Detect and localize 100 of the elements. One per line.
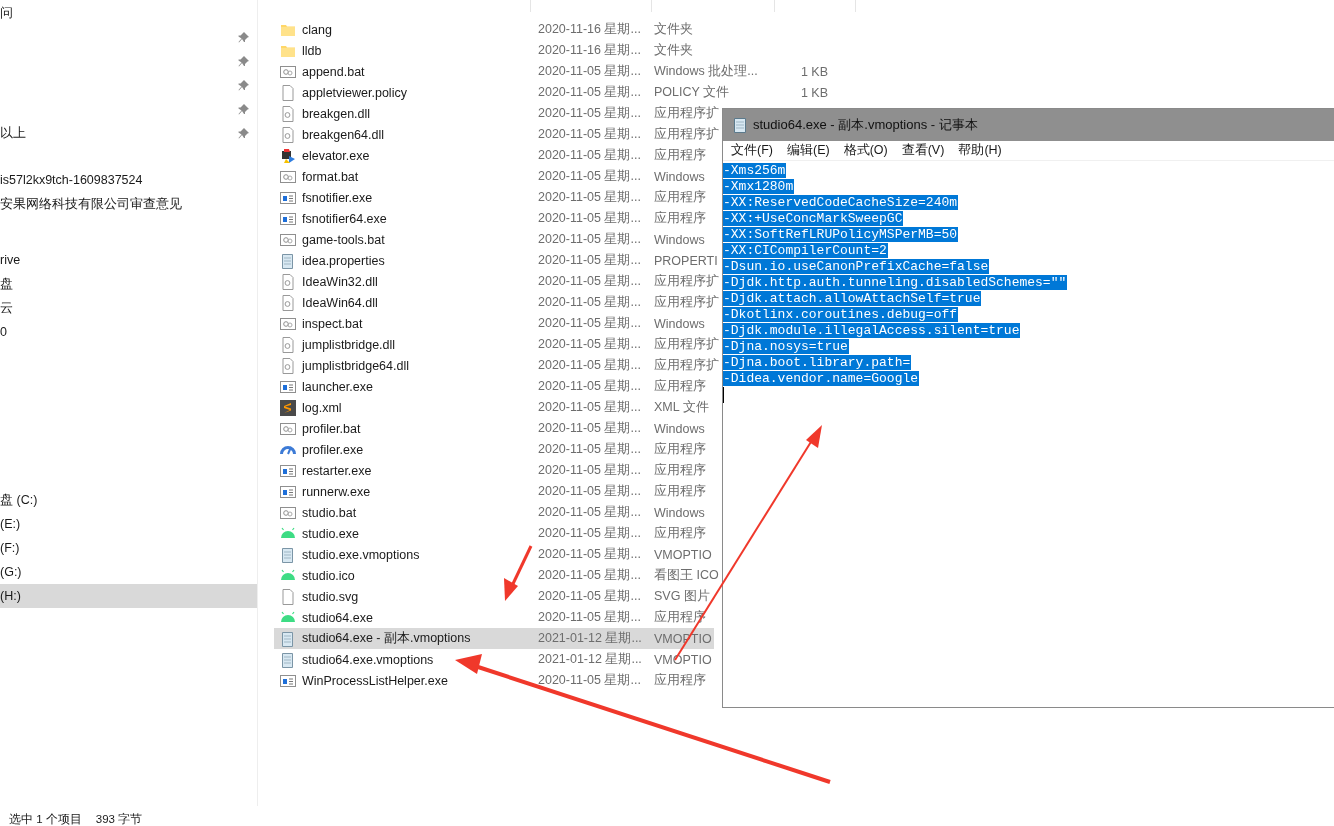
date-cell-text: 2020-11-05 星期...: [538, 525, 642, 542]
file-row[interactable]: launcher.exe 2020-11-05 星期... 应用程序: [274, 376, 714, 397]
s-logo-icon: [280, 399, 296, 416]
date-cell-text: 2020-11-05 星期...: [538, 105, 642, 122]
gear-file-icon: [280, 357, 296, 374]
menu-item[interactable]: 帮助(H): [958, 142, 1002, 159]
menu-item[interactable]: 查看(V): [901, 142, 945, 159]
file-row[interactable]: studio.exe.vmoptions 2020-11-05 星期... VMOPTIO: [274, 544, 714, 565]
file-row[interactable]: clang 2020-11-16 星期... 文件夹: [274, 19, 714, 40]
file-row[interactable]: log.xml 2020-11-05 星期... XML 文件: [274, 397, 714, 418]
date-cell-text: 2020-11-05 星期...: [538, 567, 642, 584]
nav-item[interactable]: 0: [0, 325, 7, 339]
file-row[interactable]: studio.svg 2020-11-05 星期... SVG 图片: [274, 586, 714, 607]
type-cell-text: 应用程序扩: [654, 336, 720, 353]
type-cell-text: 应用程序: [654, 210, 707, 227]
date-cell-text: 2021-01-12 星期...: [538, 630, 643, 647]
gear-file-icon: [280, 420, 296, 437]
file-row[interactable]: studio64.exe.vmoptions 2021-01-12 星期... VMOPTIO: [274, 649, 714, 670]
gear-file-icon: [280, 126, 296, 143]
file-row[interactable]: format.bat 2020-11-05 星期... Windows: [274, 166, 714, 187]
pin-icon[interactable]: [238, 103, 249, 115]
date-cell-text: 2020-11-05 星期...: [538, 336, 642, 353]
type-cell-text: 应用程序: [654, 441, 707, 458]
file-row[interactable]: fsnotifier64.exe 2020-11-05 星期... 应用程序: [274, 208, 714, 229]
file-row[interactable]: runnerw.exe 2020-11-05 星期... 应用程序: [274, 481, 714, 502]
nav-item[interactable]: 问: [0, 4, 13, 22]
file-row[interactable]: game-tools.bat 2020-11-05 星期... Windows: [274, 229, 714, 250]
window-title: studio64.exe - 副本.vmoptions - 记事本: [753, 116, 978, 134]
selection-status: 选中 1 个项目: [9, 812, 82, 826]
date-cell-text: 2020-11-05 星期...: [538, 231, 642, 248]
date-cell-text: 2020-11-05 星期...: [538, 63, 642, 80]
file-row[interactable]: IdeaWin64.dll 2020-11-05 星期... 应用程序扩: [274, 292, 721, 313]
file-row[interactable]: appletviewer.policy 2020-11-05 星期... POLICY 文件 1 KB: [274, 82, 828, 103]
notepad-icon: [280, 651, 296, 668]
type-cell-text: 应用程序扩: [654, 105, 720, 122]
type-cell-text: Windows: [654, 421, 706, 436]
type-cell-text: POLICY 文件: [654, 84, 731, 101]
file-row[interactable]: restarter.exe 2020-11-05 星期... 应用程序: [274, 460, 714, 481]
nav-item[interactable]: (H:): [0, 584, 257, 608]
file-name: profiler.exe: [302, 442, 364, 457]
file-name: studio64.exe: [302, 610, 373, 625]
date-cell-text: 2020-11-05 星期...: [538, 189, 642, 206]
nav-item[interactable]: 以上: [0, 124, 26, 142]
notepad-icon: [280, 630, 296, 647]
nav-item[interactable]: 盘 (C:): [0, 488, 257, 512]
date-cell-text: 2020-11-05 星期...: [538, 504, 642, 521]
window-icon: [280, 210, 296, 227]
file-row[interactable]: studio.ico 2020-11-05 星期... 看图王 ICO: [274, 565, 721, 586]
nav-item[interactable]: 安果网络科技有限公司审查意见: [0, 195, 182, 213]
date-cell-text: 2020-11-05 星期...: [538, 315, 642, 332]
pin-icon[interactable]: [238, 79, 249, 91]
gear-file-icon: [280, 105, 296, 122]
nav-item[interactable]: 盘: [0, 275, 13, 293]
nav-item[interactable]: (E:): [0, 512, 257, 536]
file-name: appletviewer.policy: [302, 85, 407, 100]
nav-item[interactable]: is57l2kx9tch-1609837524: [0, 173, 143, 187]
date-cell-text: 2020-11-05 星期...: [538, 126, 642, 143]
file-row[interactable]: fsnotifier.exe 2020-11-05 星期... 应用程序: [274, 187, 714, 208]
date-cell-text: 2020-11-05 星期...: [538, 609, 642, 626]
pin-icon[interactable]: [238, 127, 249, 139]
menu-item[interactable]: 格式(O): [843, 142, 888, 159]
file-name: WinProcessListHelper.exe: [302, 673, 448, 688]
file-name: breakgen64.dll: [302, 127, 384, 142]
file-row[interactable]: WinProcessListHelper.exe 2020-11-05 星期... 应用程序: [274, 670, 714, 691]
date-cell-text: 2020-11-05 星期...: [538, 378, 642, 395]
size-cell-text: 1 KB: [799, 85, 828, 100]
file-row[interactable]: profiler.exe 2020-11-05 星期... 应用程序: [274, 439, 714, 460]
gear-file-icon: [280, 504, 296, 521]
menu-item[interactable]: 编辑(E): [786, 142, 830, 159]
date-cell-text: 2020-11-05 星期...: [538, 147, 642, 164]
file-row[interactable]: lldb 2020-11-16 星期... 文件夹: [274, 40, 714, 61]
window-icon: [280, 462, 296, 479]
pin-icon[interactable]: [238, 31, 249, 43]
menu-item[interactable]: 文件(F): [731, 142, 773, 159]
file-row[interactable]: breakgen.dll 2020-11-05 星期... 应用程序扩: [274, 103, 721, 124]
file-row[interactable]: profiler.bat 2020-11-05 星期... Windows: [274, 418, 714, 439]
file-name: jumplistbridge.dll: [302, 337, 396, 352]
file-row[interactable]: jumplistbridge64.dll 2020-11-05 星期... 应用程序扩: [274, 355, 721, 376]
type-cell-text: 文件夹: [654, 42, 694, 59]
file-row[interactable]: jumplistbridge.dll 2020-11-05 星期... 应用程序扩: [274, 334, 721, 355]
gear-file-icon: [280, 336, 296, 353]
date-cell-text: 2020-11-05 星期...: [538, 210, 642, 227]
file-row[interactable]: elevator.exe 2020-11-05 星期... 应用程序: [274, 145, 714, 166]
nav-item[interactable]: 云: [0, 299, 13, 317]
file-name: append.bat: [302, 64, 365, 79]
nav-item[interactable]: (F:): [0, 536, 257, 560]
file-row[interactable]: inspect.bat 2020-11-05 星期... Windows: [274, 313, 714, 334]
file-row[interactable]: studio.exe 2020-11-05 星期... 应用程序: [274, 523, 714, 544]
date-cell-text: 2020-11-05 星期...: [538, 357, 642, 374]
date-cell-text: 2020-11-05 星期...: [538, 483, 642, 500]
date-cell-text: 2020-11-05 星期...: [538, 546, 642, 563]
file-row[interactable]: idea.properties 2020-11-05 星期... PROPERTI: [274, 250, 720, 271]
file-row[interactable]: append.bat 2020-11-05 星期... Windows 批处理... 1 KB: [274, 61, 828, 82]
file-row[interactable]: breakgen64.dll 2020-11-05 星期... 应用程序扩: [274, 124, 721, 145]
nav-item[interactable]: (G:): [0, 560, 257, 584]
file-row[interactable]: IdeaWin32.dll 2020-11-05 星期... 应用程序扩: [274, 271, 721, 292]
nav-item[interactable]: rive: [0, 253, 21, 267]
file-row[interactable]: studio.bat 2020-11-05 星期... Windows: [274, 502, 714, 523]
window-icon: [280, 483, 296, 500]
pin-icon[interactable]: [238, 55, 249, 67]
